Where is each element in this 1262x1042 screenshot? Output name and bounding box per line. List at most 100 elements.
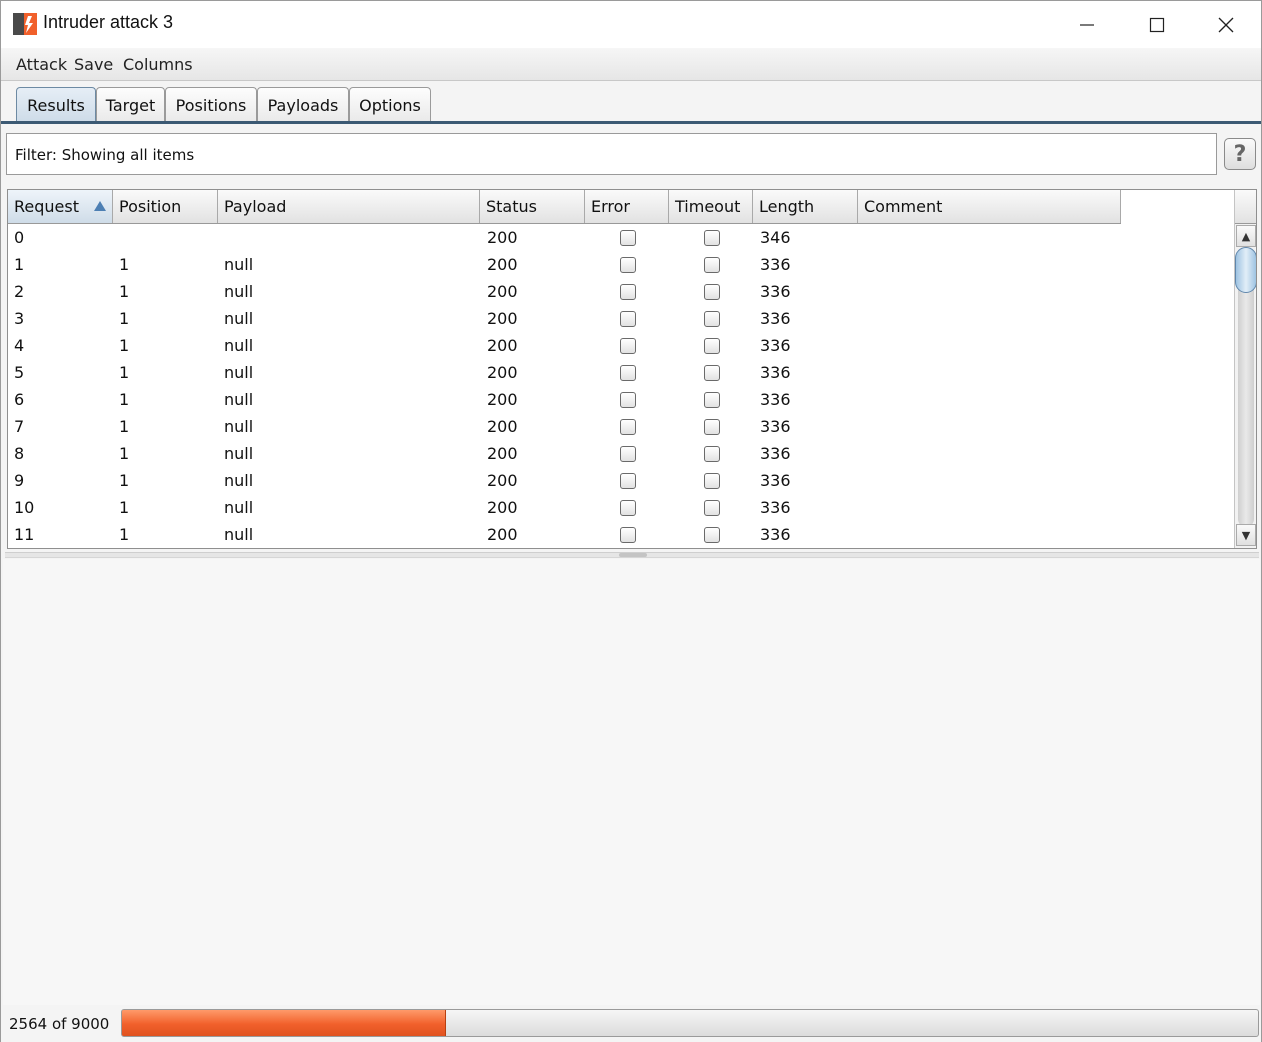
timeout-checkbox[interactable] xyxy=(704,365,720,381)
cell-payload: null xyxy=(224,471,254,490)
cell-status: 200 xyxy=(487,444,518,463)
cell-payload: null xyxy=(224,363,254,382)
error-checkbox[interactable] xyxy=(620,230,636,246)
tab-results[interactable]: Results xyxy=(16,87,96,123)
cell-length: 336 xyxy=(760,255,791,274)
table-row[interactable]: 6 1 null 200 336 xyxy=(8,386,1121,413)
maximize-button[interactable] xyxy=(1122,1,1192,48)
cell-payload: null xyxy=(224,444,254,463)
filter-bar[interactable]: Filter: Showing all items xyxy=(6,133,1217,175)
menu-columns[interactable]: Columns xyxy=(123,55,193,74)
table-row[interactable]: 9 1 null 200 336 xyxy=(8,467,1121,494)
burp-logo-icon xyxy=(13,13,37,35)
column-header-label: Error xyxy=(591,197,630,216)
header-filler xyxy=(1121,190,1234,224)
cell-position: 1 xyxy=(119,471,130,490)
splitter-grip[interactable] xyxy=(619,553,647,557)
scroll-up-button[interactable]: ▲ xyxy=(1236,225,1256,247)
title-bar: Intruder attack 3 xyxy=(1,1,1261,48)
cell-request: 0 xyxy=(14,228,25,247)
column-header-label: Payload xyxy=(224,197,287,216)
cell-length: 336 xyxy=(760,525,791,544)
column-header-comment[interactable]: Comment xyxy=(858,190,1121,223)
cell-status: 200 xyxy=(487,336,518,355)
timeout-checkbox[interactable] xyxy=(704,419,720,435)
menu-save[interactable]: Save xyxy=(74,55,113,74)
column-header-label: Comment xyxy=(864,197,943,216)
timeout-checkbox[interactable] xyxy=(704,257,720,273)
column-header-request[interactable]: Request xyxy=(8,190,113,223)
timeout-checkbox[interactable] xyxy=(704,473,720,489)
scroll-thumb[interactable] xyxy=(1235,247,1256,293)
tab-divider xyxy=(1,121,1261,124)
error-checkbox[interactable] xyxy=(620,338,636,354)
table-row[interactable]: 5 1 null 200 336 xyxy=(8,359,1121,386)
cell-position: 1 xyxy=(119,336,130,355)
sort-ascending-icon xyxy=(94,201,106,211)
cell-request: 3 xyxy=(14,309,25,328)
cell-status: 200 xyxy=(487,525,518,544)
table-row[interactable]: 10 1 null 200 336 xyxy=(8,494,1121,521)
table-row[interactable]: 2 1 null 200 336 xyxy=(8,278,1121,305)
scroll-corner xyxy=(1235,190,1256,224)
table-row[interactable]: 8 1 null 200 336 xyxy=(8,440,1121,467)
column-header-error[interactable]: Error xyxy=(585,190,669,223)
vertical-scrollbar[interactable]: ▲ ▼ xyxy=(1234,190,1256,548)
attack-progress-bar xyxy=(121,1009,1259,1037)
timeout-checkbox[interactable] xyxy=(704,392,720,408)
timeout-checkbox[interactable] xyxy=(704,527,720,543)
cell-position: 1 xyxy=(119,444,130,463)
minimize-icon xyxy=(1080,23,1094,26)
timeout-checkbox[interactable] xyxy=(704,338,720,354)
menu-attack[interactable]: Attack xyxy=(16,55,67,74)
cell-payload: null xyxy=(224,417,254,436)
error-checkbox[interactable] xyxy=(620,311,636,327)
table-row[interactable]: 0 200 346 xyxy=(8,224,1121,251)
timeout-checkbox[interactable] xyxy=(704,284,720,300)
cell-status: 200 xyxy=(487,309,518,328)
error-checkbox[interactable] xyxy=(620,392,636,408)
help-button[interactable]: ? xyxy=(1224,138,1256,170)
error-checkbox[interactable] xyxy=(620,473,636,489)
error-checkbox[interactable] xyxy=(620,500,636,516)
error-checkbox[interactable] xyxy=(620,419,636,435)
scroll-down-button[interactable]: ▼ xyxy=(1236,524,1256,546)
pane-splitter[interactable] xyxy=(5,552,1259,558)
timeout-checkbox[interactable] xyxy=(704,500,720,516)
error-checkbox[interactable] xyxy=(620,446,636,462)
column-header-status[interactable]: Status xyxy=(480,190,585,223)
column-header-length[interactable]: Length xyxy=(753,190,858,223)
cell-position: 1 xyxy=(119,363,130,382)
error-checkbox[interactable] xyxy=(620,257,636,273)
cell-status: 200 xyxy=(487,228,518,247)
minimize-button[interactable] xyxy=(1052,1,1122,48)
column-header-position[interactable]: Position xyxy=(113,190,218,223)
tab-positions[interactable]: Positions xyxy=(165,87,257,123)
close-icon xyxy=(1218,17,1234,32)
table-row[interactable]: 3 1 null 200 336 xyxy=(8,305,1121,332)
table-row[interactable]: 11 1 null 200 336 xyxy=(8,521,1121,548)
timeout-checkbox[interactable] xyxy=(704,311,720,327)
table-header: Request Position Payload Status Error Ti… xyxy=(8,190,1121,224)
error-checkbox[interactable] xyxy=(620,527,636,543)
timeout-checkbox[interactable] xyxy=(704,230,720,246)
maximize-icon xyxy=(1149,17,1165,32)
timeout-checkbox[interactable] xyxy=(704,446,720,462)
window-title: Intruder attack 3 xyxy=(43,12,174,32)
error-checkbox[interactable] xyxy=(620,284,636,300)
table-row[interactable]: 4 1 null 200 336 xyxy=(8,332,1121,359)
tab-options[interactable]: Options xyxy=(349,87,431,123)
table-row[interactable]: 1 1 null 200 336 xyxy=(8,251,1121,278)
column-header-payload[interactable]: Payload xyxy=(218,190,480,223)
tab-payloads[interactable]: Payloads xyxy=(257,87,349,123)
tab-target[interactable]: Target xyxy=(96,87,165,123)
close-button[interactable] xyxy=(1191,1,1261,48)
help-icon: ? xyxy=(1233,141,1247,167)
column-header-timeout[interactable]: Timeout xyxy=(669,190,753,223)
error-checkbox[interactable] xyxy=(620,365,636,381)
table-row[interactable]: 7 1 null 200 336 xyxy=(8,413,1121,440)
cell-length: 336 xyxy=(760,390,791,409)
cell-payload: null xyxy=(224,282,254,301)
cell-payload: null xyxy=(224,498,254,517)
cell-payload: null xyxy=(224,336,254,355)
